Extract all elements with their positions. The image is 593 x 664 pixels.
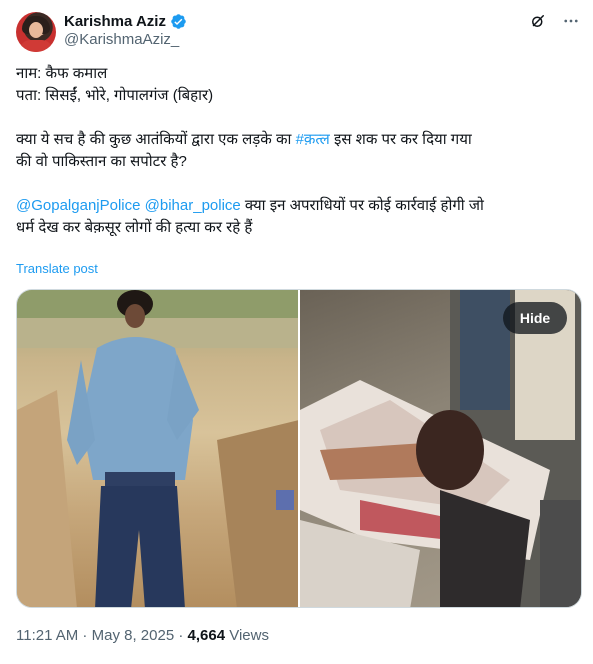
mention-bihar-police[interactable]: @bihar_police xyxy=(145,197,241,214)
post-line-name: नाम: कैफ कमाल xyxy=(16,65,108,82)
name-row: Karishma Aziz xyxy=(64,10,187,32)
avatar[interactable] xyxy=(16,12,56,52)
mention-gopalganj-police[interactable]: @GopalganjPolice xyxy=(16,197,140,214)
meta-separator: · xyxy=(174,627,188,644)
post-date[interactable]: May 8, 2025 xyxy=(92,627,175,644)
post-text: नाम: कैफ कमाल पता: सिसईं, भोरे, गोपालगंज… xyxy=(16,63,577,239)
meta-separator: · xyxy=(78,627,92,644)
views-count[interactable]: 4,664 xyxy=(188,627,226,644)
author-display-name[interactable]: Karishma Aziz xyxy=(64,13,166,30)
photo-injured-person[interactable]: Hide xyxy=(300,290,581,607)
post-line-address: पता: सिसईं, भोरे, गोपालगंज (बिहार) xyxy=(16,87,214,104)
post-meta: 11:21 AM · May 8, 2025 · 4,664 Views xyxy=(16,627,269,644)
hashtag-link[interactable]: #क़त्ल xyxy=(296,131,330,148)
views-label: Views xyxy=(225,627,269,644)
post-line-question: क्या ये सच है की कुछ आतंकियों द्वारा एक … xyxy=(16,129,577,151)
post-time[interactable]: 11:21 AM xyxy=(16,627,78,644)
more-icon[interactable] xyxy=(561,12,581,30)
hide-media-button[interactable]: Hide xyxy=(503,302,567,334)
post-line-final: धर्म देख कर बेक़सूर लोगों की हत्या कर रह… xyxy=(16,219,253,236)
question-text-end: इस शक पर कर दिया गया xyxy=(329,131,472,148)
question-text-start: क्या ये सच है की कुछ आतंकियों द्वारा एक … xyxy=(16,131,296,148)
photo-young-man-illustration xyxy=(17,290,298,607)
author-handle[interactable]: @KarishmaAziz_ xyxy=(64,31,179,48)
media-grid: Hide xyxy=(16,289,582,608)
verified-badge-icon[interactable] xyxy=(170,13,187,30)
mentions-text: क्या इन अपराधियों पर कोई कार्रवाई होगी ज… xyxy=(240,197,484,214)
photo-young-man[interactable] xyxy=(17,290,298,607)
post-line-question-cont: की वो पाकिस्तान का सपोटर है? xyxy=(16,153,187,170)
post-line-mentions: @GopalganjPolice @bihar_police क्या इन अ… xyxy=(16,195,577,217)
header-actions xyxy=(529,10,581,32)
post-header: Karishma Aziz @KarishmaAziz_ xyxy=(16,10,581,54)
grok-icon[interactable] xyxy=(529,12,547,30)
avatar-shirt xyxy=(20,40,52,52)
photo-injured-person-illustration xyxy=(300,290,581,607)
avatar-face xyxy=(29,22,43,38)
translate-post-link[interactable]: Translate post xyxy=(16,261,98,276)
